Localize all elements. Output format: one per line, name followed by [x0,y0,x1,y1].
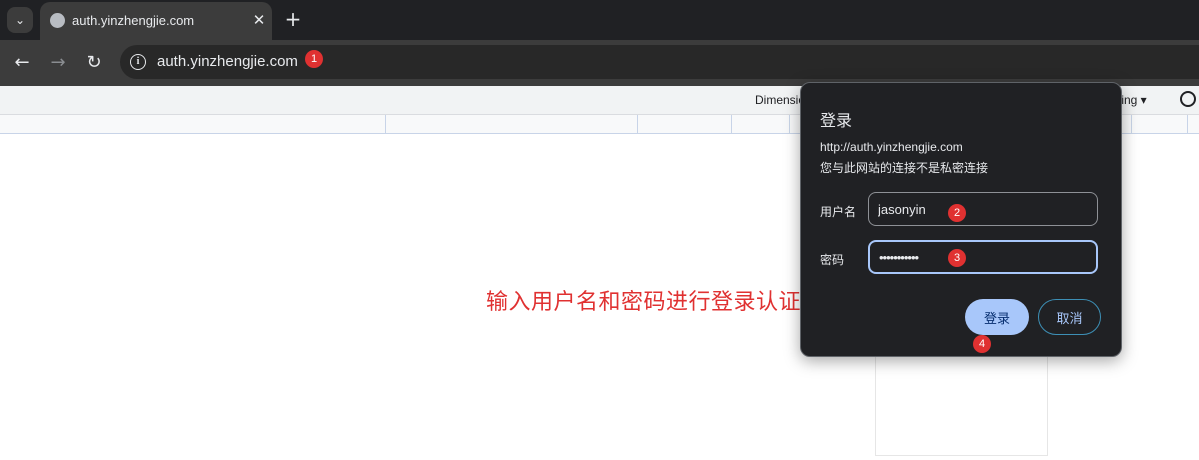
step-badge-2: 2 [948,204,966,222]
password-label: 密码 [820,253,845,267]
info-icon[interactable]: i [130,54,146,70]
close-icon[interactable]: ✕ [249,10,269,30]
browser-toolbar: ← → ↻ i auth.yinzhengjie.com 1 [0,40,1199,86]
dialog-warning: 您与此网站的连接不是私密连接 [820,161,989,175]
tab-search-button[interactable]: ⌄ [7,7,33,33]
chevron-down-icon: ⌄ [14,13,26,27]
globe-icon [50,13,65,28]
username-input[interactable] [868,192,1098,226]
active-tab[interactable]: auth.yinzhengjie.com ✕ [40,2,272,40]
dialog-title: 登录 [820,111,853,130]
cancel-button[interactable]: 取消 [1038,299,1101,335]
address-url[interactable]: auth.yinzhengjie.com [157,53,298,70]
step-badge-4: 4 [973,335,991,353]
reload-icon[interactable]: ↻ [83,52,105,74]
tab-strip: ⌄ auth.yinzhengjie.com ✕ + [0,0,1199,40]
password-mask: ••••••••••• [879,249,919,265]
tab-title: auth.yinzhengjie.com [72,13,195,28]
back-arrow-icon[interactable]: ← [11,52,33,74]
username-label: 用户名 [820,205,857,219]
auth-dialog: 登录 http://auth.yinzhengjie.com 您与此网站的连接不… [800,82,1122,357]
password-input[interactable]: ••••••••••• [868,240,1098,274]
rotate-icon[interactable] [1180,91,1196,107]
forward-arrow-icon[interactable]: → [47,52,69,74]
address-bar[interactable]: i auth.yinzhengjie.com [120,45,1199,79]
dialog-site-url: http://auth.yinzhengjie.com [820,140,963,154]
step-badge-1: 1 [305,50,323,68]
step-badge-3: 3 [948,249,966,267]
dimensions-dropdown[interactable]: Dimensio [755,93,805,107]
new-tab-button[interactable]: + [282,8,304,30]
login-button[interactable]: 登录 [965,299,1029,335]
